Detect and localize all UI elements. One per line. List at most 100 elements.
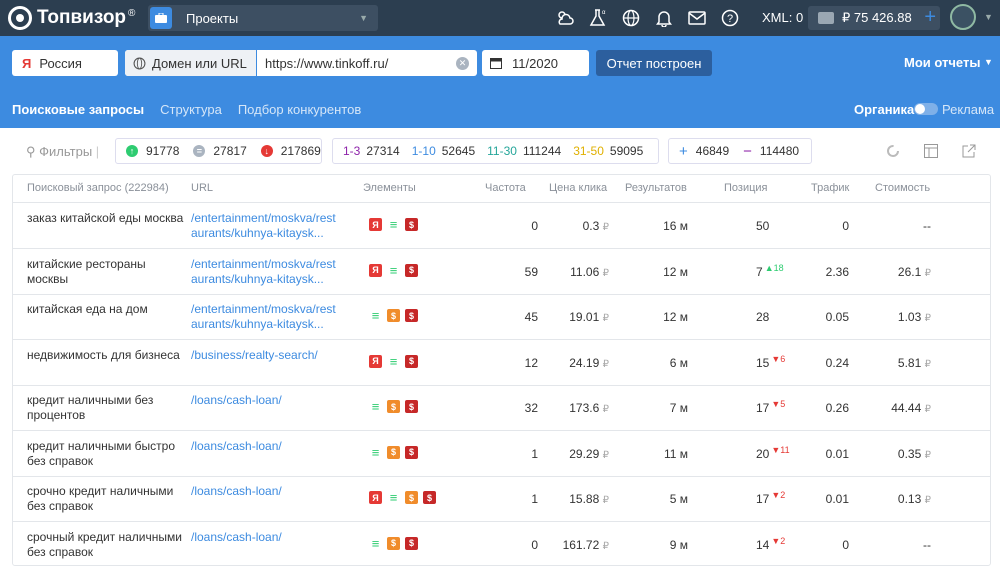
col-url[interactable]: URL xyxy=(191,182,213,194)
search-engine-label: Россия xyxy=(39,55,82,71)
avatar-icon[interactable] xyxy=(950,4,976,30)
url-link[interactable]: /loans/cash-loan/ xyxy=(191,484,339,499)
col-cpc[interactable]: Цена клика xyxy=(549,182,607,194)
report-button[interactable]: Отчет построен xyxy=(596,50,712,76)
globe-icon[interactable] xyxy=(619,6,643,30)
table-row[interactable]: срочно кредит наличными без справок/loan… xyxy=(13,476,990,522)
position-delta: ▼2 xyxy=(771,490,786,500)
balance[interactable]: ₽ 75 426.88 + xyxy=(808,6,940,30)
range-11-30-label: 11-30 xyxy=(487,144,517,158)
url-link[interactable]: /entertainment/moskva/restaurants/kuhnya… xyxy=(191,211,339,241)
ads-bottom-icon: $ xyxy=(405,218,418,231)
traffic: 0 xyxy=(842,537,849,552)
snippet-icon: ≡ xyxy=(389,490,398,505)
table-row[interactable]: заказ китайской еды москва/entertainment… xyxy=(13,203,990,249)
cpc: 24.19 ₽ xyxy=(569,355,609,370)
results: 6 м xyxy=(669,355,688,370)
tab-structure[interactable]: Структура xyxy=(160,102,222,117)
cpc: 29.29 ₽ xyxy=(569,446,609,461)
up-count: 91778 xyxy=(146,144,180,158)
currency: ₽ xyxy=(924,313,931,324)
my-reports-menu[interactable]: Мои отчеты xyxy=(904,55,980,70)
add-funds-button[interactable]: + xyxy=(924,6,936,28)
dynamics-pill[interactable]: ↑ 91778 = 27817 ↓ 217869 xyxy=(115,138,322,164)
url-link[interactable]: /loans/cash-loan/ xyxy=(191,530,339,545)
col-query[interactable]: Поисковый запрос (222984) xyxy=(27,182,169,194)
help-icon[interactable]: ? xyxy=(718,6,742,30)
currency: ₽ xyxy=(602,267,609,279)
xml-counter: XML: 0 xyxy=(762,10,804,25)
organic-ads-toggle[interactable] xyxy=(914,103,938,115)
col-frequency[interactable]: Частота xyxy=(485,182,526,194)
table-row[interactable]: китайская еда на дом/entertainment/moskv… xyxy=(13,294,990,340)
flask-icon[interactable]: α xyxy=(586,6,610,30)
mode-select[interactable]: Домен или URL xyxy=(125,50,257,76)
date-field[interactable]: 11/2020 xyxy=(482,50,589,76)
col-elements[interactable]: Элементы xyxy=(363,182,416,194)
table-row[interactable]: китайские рестораны москвы/entertainment… xyxy=(13,249,990,295)
mode-label: Домен или URL xyxy=(152,55,247,71)
table-row[interactable]: кредит наличными без процентов/loans/cas… xyxy=(13,385,990,431)
clear-icon[interactable]: ✕ xyxy=(456,56,469,70)
refresh-icon[interactable] xyxy=(886,144,900,158)
position-delta: ▼6 xyxy=(771,353,786,364)
position: 50 xyxy=(756,219,770,233)
frequency: 12 xyxy=(524,355,538,370)
cpc: 173.6 ₽ xyxy=(569,401,609,415)
yandex-icon: Я xyxy=(369,218,382,231)
plus-count: 46849 xyxy=(695,144,730,158)
search-icon: ⚲ xyxy=(26,144,36,159)
bell-icon[interactable] xyxy=(652,6,676,30)
logo[interactable]: Топвизор ® xyxy=(8,6,140,30)
range-1-3-label: 1-3 xyxy=(343,144,361,158)
queries-table: Поисковый запрос (222984) URL Элементы Ч… xyxy=(12,174,991,566)
project-selector[interactable]: Проекты ▼ xyxy=(148,5,378,31)
filters-button[interactable]: ⚲ Фильтры | xyxy=(26,144,99,160)
weather-icon[interactable] xyxy=(553,6,577,30)
columns-icon[interactable] xyxy=(924,144,938,158)
snippet-icon: ≡ xyxy=(389,262,398,278)
table-row[interactable]: недвижимость для бизнеса/business/realty… xyxy=(13,340,990,386)
url-input[interactable]: https://www.tinkoff.ru/ xyxy=(265,56,456,71)
range-31-50-label: 31-50 xyxy=(573,144,604,158)
serp-elements: ≡ $ $ xyxy=(369,309,423,322)
range-11-30: 111244 xyxy=(522,144,562,158)
position-delta: ▼11 xyxy=(771,444,790,455)
tab-queries[interactable]: Поисковые запросы xyxy=(12,102,144,117)
frequency: 0 xyxy=(531,537,538,552)
currency: ₽ xyxy=(602,495,609,506)
table-row[interactable]: срочный кредит наличными без справок/loa… xyxy=(13,522,990,566)
url-field[interactable]: Домен или URL https://www.tinkoff.ru/ ✕ xyxy=(125,50,477,76)
frequency: 45 xyxy=(524,310,538,324)
currency: ₽ xyxy=(602,404,609,415)
plus-minus-pill[interactable]: +46849 −114480 xyxy=(668,138,812,164)
currency: ₽ xyxy=(924,404,931,415)
mail-icon[interactable] xyxy=(685,6,709,30)
positions-pill[interactable]: 1-3 27314 1-10 52645 11-30 111244 31-50 5909… xyxy=(332,138,659,164)
currency: ₽ xyxy=(602,222,609,233)
ads-top-icon: $ xyxy=(405,491,418,504)
url-link[interactable]: /loans/cash-loan/ xyxy=(191,393,339,408)
globe-icon xyxy=(133,57,146,69)
filters-label: Фильтры xyxy=(39,144,93,159)
query-text: заказ китайской еды москва xyxy=(27,211,184,225)
tab-competitors[interactable]: Подбор конкурентов xyxy=(238,102,361,117)
search-engine-select[interactable]: Я Россия xyxy=(12,50,118,76)
export-icon[interactable] xyxy=(962,144,976,158)
ads-bottom-icon: $ xyxy=(405,309,418,322)
url-link[interactable]: /entertainment/moskva/restaurants/kuhnya… xyxy=(191,302,339,332)
col-position[interactable]: Позиция xyxy=(724,182,768,194)
url-link[interactable]: /loans/cash-loan/ xyxy=(191,439,339,454)
col-traffic[interactable]: Трафик xyxy=(811,182,849,194)
cpc: 11.06 ₽ xyxy=(570,264,609,279)
url-link[interactable]: /business/realty-search/ xyxy=(191,348,339,363)
url-link[interactable]: /entertainment/moskva/restaurants/kuhnya… xyxy=(191,257,339,287)
table-header: Поисковый запрос (222984) URL Элементы Ч… xyxy=(13,175,990,203)
position: 17 ▼2 xyxy=(756,490,786,506)
col-results[interactable]: Результатов xyxy=(625,182,687,194)
arrow-down-icon: ↓ xyxy=(260,145,273,157)
cost: 0.13 ₽ xyxy=(897,492,931,506)
col-cost[interactable]: Стоимость xyxy=(875,182,930,194)
table-row[interactable]: кредит наличными быстро без справок/loan… xyxy=(13,431,990,477)
snippet-icon: ≡ xyxy=(371,308,380,323)
